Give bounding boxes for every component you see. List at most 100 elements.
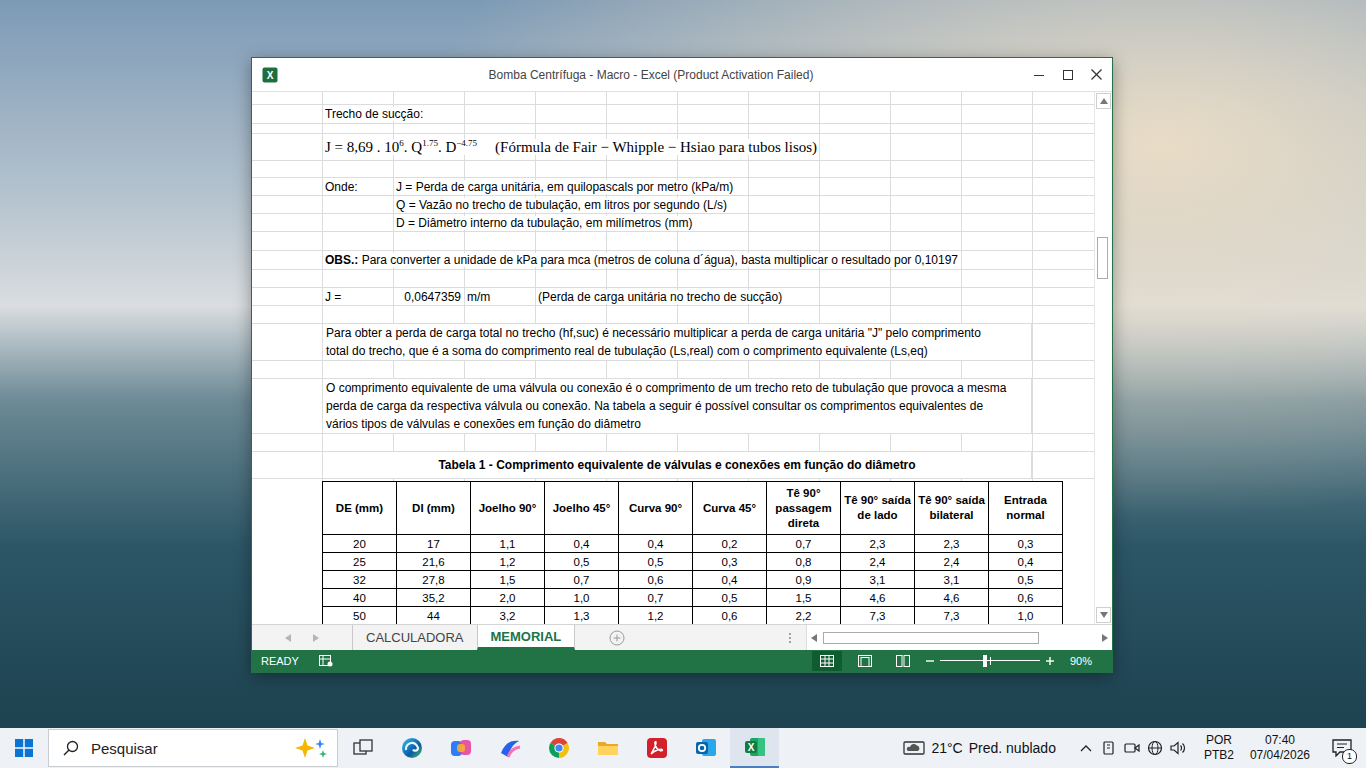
scroll-thumb[interactable] xyxy=(823,632,1039,644)
taskbar-app[interactable] xyxy=(338,728,387,768)
scroll-down-button[interactable] xyxy=(1096,607,1111,623)
scroll-track[interactable] xyxy=(822,632,1097,644)
start-button[interactable] xyxy=(0,728,48,768)
tray-item[interactable] xyxy=(1121,740,1144,756)
table-cell[interactable]: 0,2 xyxy=(693,535,767,553)
table-cell[interactable]: 1,0 xyxy=(989,607,1063,625)
table-cell[interactable]: 0,6 xyxy=(619,571,693,589)
result-value[interactable]: 0,0647359 xyxy=(393,289,464,305)
table-cell[interactable]: 0,7 xyxy=(619,589,693,607)
table-header-cell[interactable]: Tê 90° saída de lado xyxy=(841,482,915,535)
table-cell[interactable]: 21,6 xyxy=(397,553,471,571)
result-unit[interactable]: m/m xyxy=(464,289,535,305)
table-header-cell[interactable]: Tê 90° passagem direta xyxy=(767,482,841,535)
splitter-icon[interactable] xyxy=(788,632,792,644)
table-cell[interactable]: 2,4 xyxy=(841,553,915,571)
section-title[interactable]: Trecho de sucção: xyxy=(322,106,393,122)
zoom-in-icon[interactable] xyxy=(1046,657,1054,665)
table-header-cell[interactable]: Entrada normal xyxy=(989,482,1063,535)
table-cell[interactable]: 0,4 xyxy=(693,571,767,589)
table-cell[interactable]: 7,3 xyxy=(841,607,915,625)
table-cell[interactable]: 0,3 xyxy=(989,535,1063,553)
table-cell[interactable]: 1,0 xyxy=(545,589,619,607)
table-cell[interactable]: 3,1 xyxy=(841,571,915,589)
table-cell[interactable]: 20 xyxy=(323,535,397,553)
taskbar-app[interactable] xyxy=(485,728,534,768)
weather-widget[interactable]: 21°CPred. nublado xyxy=(903,739,1055,757)
table-cell[interactable]: 1,3 xyxy=(545,607,619,625)
table-cell[interactable]: 0,4 xyxy=(545,535,619,553)
table-cell[interactable]: 1,1 xyxy=(471,535,545,553)
result-note[interactable]: (Perda de carga unitária no trecho de su… xyxy=(535,289,606,305)
table-cell[interactable]: 1,5 xyxy=(471,571,545,589)
table-cell[interactable]: 4,6 xyxy=(915,589,989,607)
table-header-cell[interactable]: Curva 45° xyxy=(693,482,767,535)
zoom-thumb[interactable] xyxy=(983,655,987,667)
sheet-tab[interactable]: MEMORIAL xyxy=(477,625,576,650)
zoom-out-icon[interactable] xyxy=(926,657,934,665)
table-cell[interactable]: 0,4 xyxy=(989,553,1063,571)
table-cell[interactable]: 3,1 xyxy=(915,571,989,589)
input-language[interactable]: PORPTB2 xyxy=(1204,733,1234,763)
maximize-button[interactable] xyxy=(1053,58,1082,91)
zoom-slider[interactable] xyxy=(940,654,1040,668)
table-header-cell[interactable]: Joelho 45° xyxy=(545,482,619,535)
table-cell[interactable]: 2,3 xyxy=(915,535,989,553)
table-cell[interactable]: 50 xyxy=(323,607,397,625)
tray-item[interactable] xyxy=(1098,740,1121,756)
table-cell[interactable]: 7,3 xyxy=(915,607,989,625)
scroll-up-button[interactable] xyxy=(1096,93,1111,109)
table-cell[interactable]: 25 xyxy=(323,553,397,571)
table-cell[interactable]: 1,2 xyxy=(471,553,545,571)
tray-item[interactable] xyxy=(1144,740,1167,756)
view-button[interactable] xyxy=(812,651,842,671)
table-cell[interactable]: 44 xyxy=(397,607,471,625)
table-cell[interactable]: 0,7 xyxy=(545,571,619,589)
table-cell[interactable]: 0,5 xyxy=(693,589,767,607)
table-cell[interactable]: 40 xyxy=(323,589,397,607)
table-cell[interactable]: 1,2 xyxy=(619,607,693,625)
worksheet[interactable]: Trecho de sucção:J = 8,69 . 106. Q1.75. … xyxy=(252,92,1094,624)
table-cell[interactable]: 0,6 xyxy=(989,589,1063,607)
table-header-cell[interactable]: Joelho 90° xyxy=(471,482,545,535)
result-label[interactable]: J = xyxy=(322,289,393,305)
table-cell[interactable]: 17 xyxy=(397,535,471,553)
scroll-thumb[interactable] xyxy=(1097,237,1108,279)
table-cell[interactable]: 0,4 xyxy=(619,535,693,553)
taskbar-app[interactable] xyxy=(583,728,632,768)
table-cell[interactable]: 0,7 xyxy=(767,535,841,553)
table-cell[interactable]: 4,6 xyxy=(841,589,915,607)
taskbar-app[interactable] xyxy=(387,728,436,768)
sheet-tab[interactable]: CALCULADORA xyxy=(352,625,477,650)
table-cell[interactable]: 2,4 xyxy=(915,553,989,571)
table-cell[interactable]: 3,2 xyxy=(471,607,545,625)
search-box[interactable]: Pesquisar xyxy=(48,729,338,767)
vertical-scrollbar[interactable] xyxy=(1094,92,1112,624)
definition[interactable]: D = Diâmetro interno da tubulação, em mi… xyxy=(393,215,464,231)
table-header-cell[interactable]: DE (mm) xyxy=(323,482,397,535)
tray-item[interactable] xyxy=(1167,740,1190,756)
definition[interactable]: J = Perda de carga unitária, em quilopas… xyxy=(393,179,464,195)
table-cell[interactable]: 0,5 xyxy=(545,553,619,571)
prev-sheet-icon[interactable] xyxy=(285,634,291,642)
close-button[interactable] xyxy=(1082,58,1111,91)
table-cell[interactable]: 0,6 xyxy=(693,607,767,625)
zoom-level[interactable]: 90% xyxy=(1070,655,1092,667)
hidden-icons-button[interactable] xyxy=(1074,744,1098,752)
scroll-track[interactable] xyxy=(1095,110,1112,606)
scroll-right-icon[interactable] xyxy=(1102,634,1108,642)
view-button[interactable] xyxy=(888,651,918,671)
definition[interactable]: Q = Vazão no trecho de tubulação, em lit… xyxy=(393,197,464,213)
table-cell[interactable]: 2,0 xyxy=(471,589,545,607)
taskbar-app[interactable] xyxy=(681,728,730,768)
horizontal-scrollbar[interactable] xyxy=(806,625,1112,650)
table-cell[interactable]: 0,5 xyxy=(989,571,1063,589)
table-header-cell[interactable]: DI (mm) xyxy=(397,482,471,535)
taskbar-app[interactable] xyxy=(436,728,485,768)
title-bar[interactable]: XBomba Centrífuga - Macro - Excel (Produ… xyxy=(252,58,1112,91)
table-title[interactable]: Tabela 1 - Comprimento equivalente de vá… xyxy=(322,452,1032,478)
table-cell[interactable]: 1,5 xyxy=(767,589,841,607)
table-cell[interactable]: 0,9 xyxy=(767,571,841,589)
obs-note[interactable]: OBS.: Para converter a unidade de kPa pa… xyxy=(322,252,393,268)
taskbar-app[interactable] xyxy=(632,728,681,768)
